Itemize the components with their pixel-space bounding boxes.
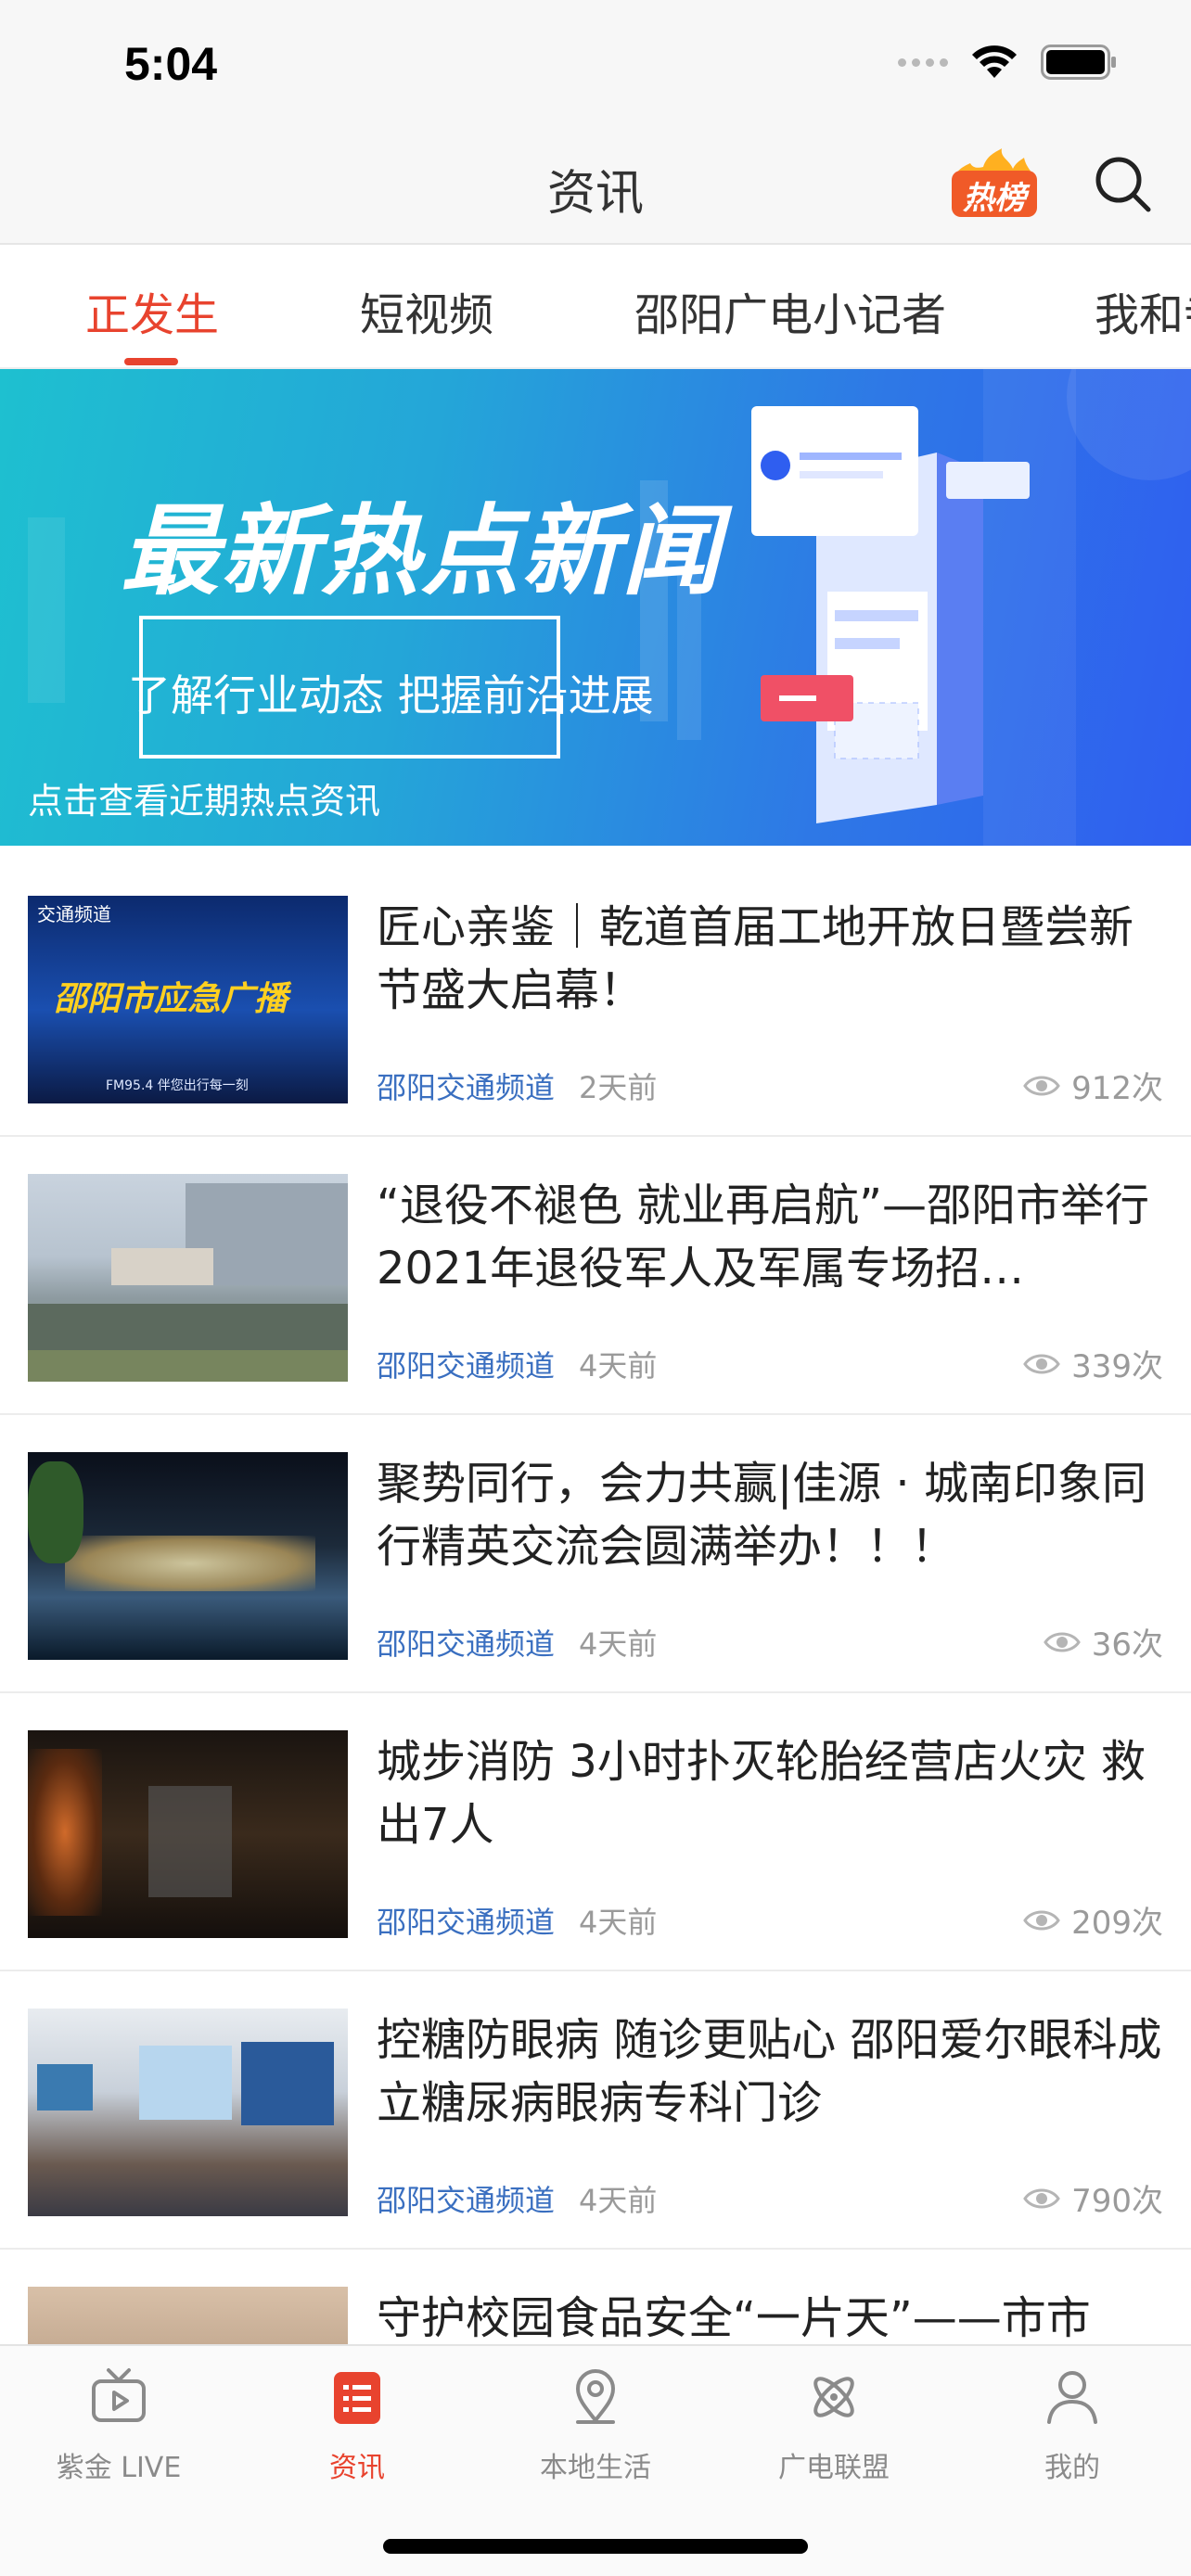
wifi-icon xyxy=(972,45,1017,78)
news-thumbnail xyxy=(28,1174,348,1382)
news-list-icon xyxy=(334,2372,380,2424)
atom-icon xyxy=(813,2377,854,2417)
news-views: 339次 xyxy=(1023,1341,1163,1386)
hot-list-button[interactable]: 热榜 xyxy=(948,148,1041,221)
news-source: 邵阳交通频道 xyxy=(377,1626,556,1662)
news-item[interactable]: 控糖防眼病 随诊更贴心 邵阳爱尔眼科成立糖尿病眼病专科门诊 邵阳交通频道 4天前… xyxy=(0,1971,1191,2250)
news-title: 城步消防 3小时扑灭轮胎经营店火灾 救出7人 xyxy=(377,1736,1146,1851)
tabbar-item-live[interactable]: 紫金 LIVE xyxy=(26,2366,211,2485)
tabbar-item-news[interactable]: 资讯 xyxy=(264,2366,450,2485)
status-time: 5:04 xyxy=(124,38,218,90)
news-list: 交通频道 邵阳市应急广播 FM95.4 伴您出行每一刻 匠心亲鉴｜乾道首届工地开… xyxy=(0,859,1191,2528)
news-thumbnail xyxy=(28,2009,348,2216)
person-icon xyxy=(1047,2371,1097,2424)
nav-bar: 资讯 热榜 xyxy=(0,130,1191,245)
news-time: 4天前 xyxy=(579,2183,658,2218)
search-icon xyxy=(1095,157,1151,212)
news-title: 匠心亲鉴｜乾道首届工地开放日暨尝新节盛大启幕！ xyxy=(377,901,1134,1016)
news-thumbnail xyxy=(28,1730,348,1938)
tabbar-label: 本地生活 xyxy=(540,2452,651,2484)
news-title: 控糖防眼病 随诊更贴心 邵阳爱尔眼科成立糖尿病眼病专科门诊 xyxy=(377,2014,1162,2129)
news-title: 守护校园食品安全“一片天”——市市 xyxy=(377,2292,1091,2344)
tabbar-label: 紫金 LIVE xyxy=(56,2452,182,2484)
thumbnail-headline: 邵阳市应急广播 xyxy=(54,980,288,1018)
tabbar-label: 广电联盟 xyxy=(778,2452,890,2484)
news-item[interactable]: 交通频道 邵阳市应急广播 FM95.4 伴您出行每一刻 匠心亲鉴｜乾道首届工地开… xyxy=(0,859,1191,1137)
news-title: “退役不褪色 就业再启航”—邵阳市举行2021年退役军人及军属专场招… xyxy=(377,1180,1149,1294)
news-time: 4天前 xyxy=(579,1348,658,1384)
eye-icon xyxy=(1043,1632,1081,1651)
home-indicator[interactable] xyxy=(383,2539,808,2554)
news-views-count: 209次 xyxy=(1071,1905,1163,1942)
news-item[interactable]: 聚势同行，会力共赢|佳源 · 城南印象同行精英交流会圆满举办！！！ 邵阳交通频道… xyxy=(0,1415,1191,1693)
news-item[interactable]: 城步消防 3小时扑灭轮胎经营店火灾 救出7人 邵阳交通频道 4天前 209次 xyxy=(0,1693,1191,1971)
news-views-count: 912次 xyxy=(1071,1070,1163,1107)
news-source: 邵阳交通频道 xyxy=(377,1348,556,1384)
status-bar: 5:04 xyxy=(0,0,1191,130)
eye-icon xyxy=(1023,2188,1060,2208)
active-tab-indicator xyxy=(124,358,178,365)
news-source: 邵阳交通频道 xyxy=(377,2183,556,2218)
eye-icon xyxy=(1023,1076,1060,1095)
news-item[interactable]: “退役不褪色 就业再启航”—邵阳市举行2021年退役军人及军属专场招… 邵阳交通… xyxy=(0,1137,1191,1415)
news-time: 4天前 xyxy=(579,1626,658,1662)
news-thumbnail xyxy=(28,1452,348,1660)
tab-short-video[interactable]: 短视频 xyxy=(360,278,493,343)
cellular-signal-icon xyxy=(898,57,948,67)
news-time: 4天前 xyxy=(579,1905,658,1940)
tabbar-item-alliance[interactable]: 广电联盟 xyxy=(741,2366,927,2485)
news-views: 790次 xyxy=(1023,2175,1163,2221)
banner-subline: 了解行业动态 把握前沿进展 xyxy=(128,670,654,721)
thumbnail-top-label: 交通频道 xyxy=(37,903,111,925)
news-views-count: 339次 xyxy=(1071,1348,1163,1385)
banner-caption: 点击查看近期热点资讯 xyxy=(28,781,381,822)
news-title: 聚势同行，会力共赢|佳源 · 城南印象同行精英交流会圆满举办！！！ xyxy=(377,1458,1146,1573)
news-source: 邵阳交通频道 xyxy=(377,1905,556,1940)
news-views: 36次 xyxy=(1043,1619,1163,1664)
tabbar-item-local-life[interactable]: 本地生活 xyxy=(503,2366,688,2485)
thumbnail-freq: FM95.4 伴您出行每一刻 xyxy=(106,1078,249,1093)
news-thumbnail: 交通频道 邵阳市应急广播 FM95.4 伴您出行每一刻 xyxy=(28,896,348,1103)
banner-headline: 最新热点新闻 xyxy=(121,494,722,608)
tv-icon xyxy=(92,2368,146,2422)
news-time: 2天前 xyxy=(579,1070,658,1105)
status-icons xyxy=(898,45,1117,80)
location-pin-icon xyxy=(576,2369,615,2424)
tabbar-label: 我的 xyxy=(1044,2452,1100,2484)
hot-badge-text: 热榜 xyxy=(963,180,1026,217)
category-tabs: 正发生 短视频 邵阳广电小记者 我和寺 xyxy=(0,245,1191,369)
tab-zhengfasheng[interactable]: 正发生 xyxy=(85,278,219,343)
eye-icon xyxy=(1023,1354,1060,1373)
hot-news-banner[interactable]: 最新热点新闻 了解行业动态 把握前沿进展 点击查看近期热点资讯 xyxy=(0,369,1191,846)
news-views: 209次 xyxy=(1023,1897,1163,1943)
tabbar-label: 资讯 xyxy=(329,2452,385,2484)
tabbar-item-me[interactable]: 我的 xyxy=(980,2366,1165,2485)
tab-more[interactable]: 我和寺 xyxy=(1095,278,1191,343)
news-source: 邵阳交通频道 xyxy=(377,1070,556,1105)
search-button[interactable] xyxy=(1091,152,1156,217)
news-views-count: 790次 xyxy=(1071,2183,1163,2220)
tab-reporter[interactable]: 邵阳广电小记者 xyxy=(634,278,946,343)
news-views-count: 36次 xyxy=(1091,1626,1163,1664)
eye-icon xyxy=(1023,1910,1060,1930)
news-views: 912次 xyxy=(1023,1063,1163,1108)
battery-icon xyxy=(1041,45,1116,80)
